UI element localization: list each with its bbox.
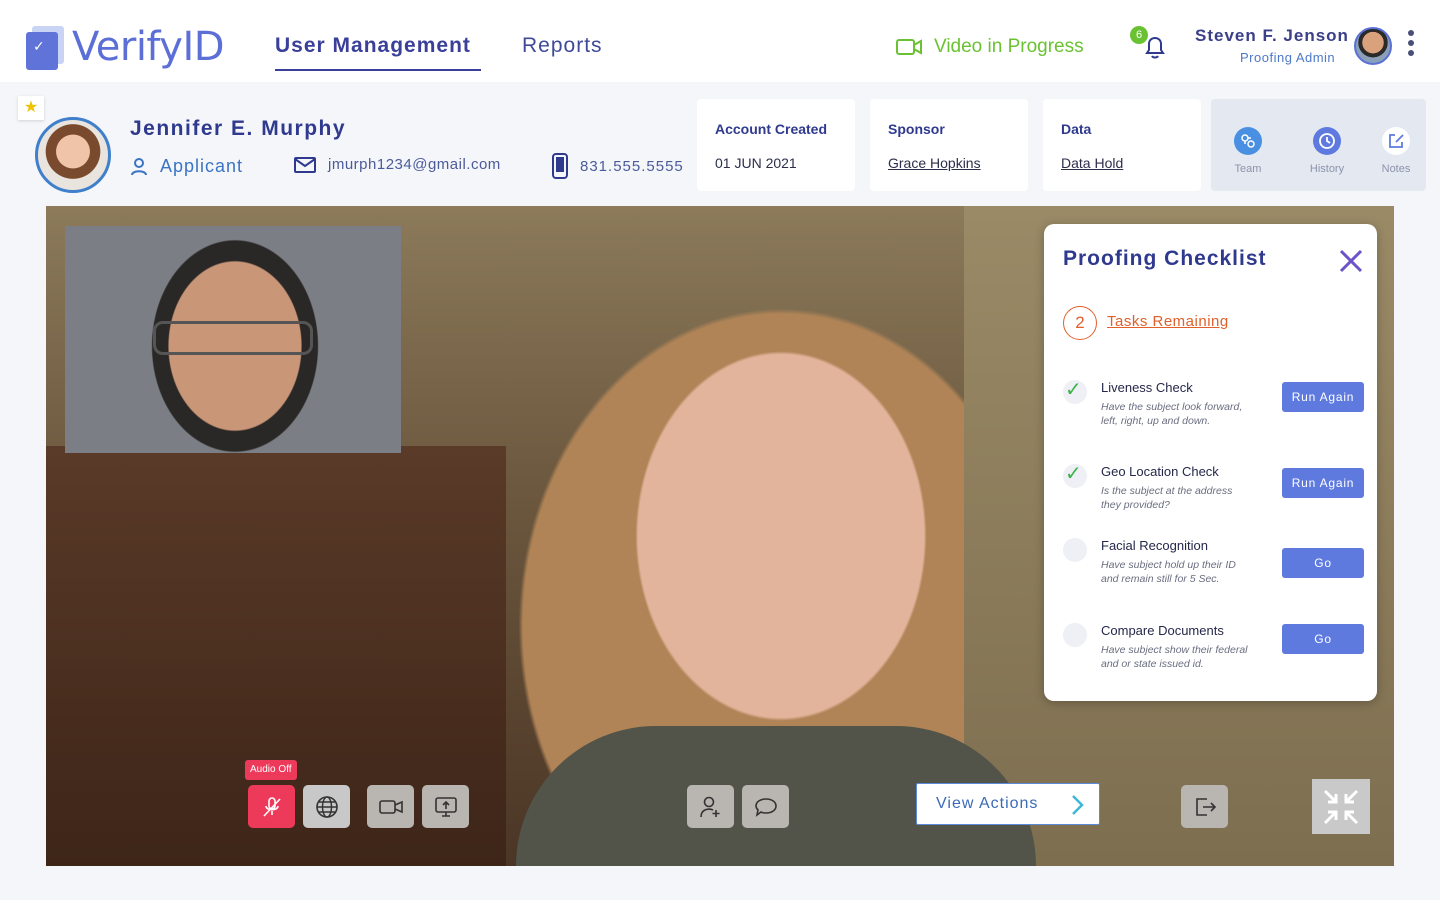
task-description: Is the subject at the address they provi…: [1101, 485, 1233, 511]
team-label: Team: [1234, 163, 1262, 175]
tasks-remaining-count: 2: [1063, 306, 1097, 340]
chat-bubble-icon: [754, 797, 777, 817]
location-button[interactable]: [303, 785, 350, 828]
tab-reports[interactable]: Reports: [522, 34, 603, 58]
team-icon: [1234, 127, 1262, 155]
add-user-icon: [699, 796, 719, 817]
share-screen-button[interactable]: [422, 785, 469, 828]
current-user-avatar[interactable]: [1354, 27, 1392, 65]
screen-share-icon: [434, 796, 457, 817]
proofing-checklist-panel: Proofing Checklist 2 Tasks Remaining ✓ L…: [1044, 224, 1377, 701]
collapse-icon: [1323, 789, 1359, 824]
data-hold-link[interactable]: Data Hold: [1061, 155, 1123, 171]
applicant-phone-text: 831.555.5555: [580, 157, 684, 175]
checklist-title: Proofing Checklist: [1063, 247, 1267, 270]
task-description: Have the subject look forward, left, rig…: [1101, 401, 1243, 427]
checkmark-icon: ✓: [1065, 463, 1082, 485]
phone-icon: [552, 153, 568, 179]
pending-indicator: [1063, 623, 1087, 647]
applicant-phone[interactable]: 831.555.5555: [552, 153, 684, 179]
applicant-avatar: [35, 117, 111, 193]
chat-button[interactable]: [742, 785, 789, 828]
chevron-right-icon: [1072, 795, 1084, 815]
view-actions-button[interactable]: View Actions: [916, 783, 1100, 825]
account-created-value: 01 JUN 2021: [715, 155, 797, 171]
audio-off-tooltip: Audio Off: [245, 760, 297, 780]
video-camera-icon: [896, 39, 922, 55]
mail-icon: [294, 156, 316, 173]
team-button[interactable]: Team: [1223, 127, 1273, 175]
task-description: Have subject show their federal and or s…: [1101, 644, 1248, 670]
applicant-tools: Team History Notes: [1211, 99, 1426, 191]
top-navigation-bar: ✓ VerifyID User Management Reports Video…: [0, 0, 1440, 82]
run-again-button[interactable]: Run Again: [1282, 382, 1364, 412]
data-label: Data: [1061, 121, 1092, 137]
notification-count-badge: 6: [1130, 26, 1148, 44]
current-user-role: Proofing Admin: [1240, 50, 1336, 65]
checkmark-icon: ✓: [1065, 379, 1082, 401]
self-view-video[interactable]: [65, 226, 401, 453]
sponsor-link[interactable]: Grace Hopkins: [888, 155, 981, 171]
end-call-button[interactable]: [1181, 785, 1228, 828]
tab-user-management[interactable]: User Management: [275, 34, 481, 71]
task-name: Facial Recognition: [1101, 538, 1208, 553]
sponsor-card: Sponsor Grace Hopkins: [870, 99, 1028, 191]
video-status-label: Video in Progress: [934, 36, 1084, 57]
notes-button[interactable]: Notes: [1371, 127, 1421, 175]
globe-icon: [315, 795, 338, 818]
exit-icon: [1195, 797, 1216, 816]
go-button[interactable]: Go: [1282, 624, 1364, 654]
close-icon[interactable]: [1336, 246, 1366, 276]
edit-icon: [1382, 127, 1410, 155]
video-camera-icon: [378, 799, 403, 814]
task-name: Liveness Check: [1101, 380, 1193, 395]
notes-label: Notes: [1381, 163, 1411, 175]
applicant-email-text: jmurph1234@gmail.com: [328, 156, 501, 173]
history-label: History: [1309, 163, 1345, 175]
current-user-name: Steven F. Jenson: [1195, 26, 1349, 45]
camera-button[interactable]: [367, 785, 414, 828]
run-again-button[interactable]: Run Again: [1282, 468, 1364, 498]
exit-fullscreen-button[interactable]: [1312, 779, 1370, 834]
app-name: VerifyID: [72, 24, 225, 70]
data-card: Data Data Hold: [1043, 99, 1201, 191]
microphone-off-icon: [262, 796, 281, 817]
account-created-card: Account Created 01 JUN 2021: [697, 99, 855, 191]
person-icon: [131, 157, 147, 175]
clock-icon: [1313, 127, 1341, 155]
view-actions-label: View Actions: [936, 795, 1039, 812]
applicant-role: Applicant: [130, 156, 243, 177]
applicant-name: Jennifer E. Murphy: [130, 117, 347, 140]
applicant-email[interactable]: jmurph1234@gmail.com: [294, 156, 501, 173]
task-name: Geo Location Check: [1101, 464, 1219, 479]
more-options-icon[interactable]: [1405, 30, 1417, 60]
video-status: Video in Progress: [896, 36, 1084, 58]
favorite-star-icon[interactable]: ★: [18, 96, 44, 120]
sponsor-label: Sponsor: [888, 121, 945, 137]
add-participant-button[interactable]: [687, 785, 734, 828]
applicant-role-label: Applicant: [160, 156, 244, 176]
tasks-remaining-link[interactable]: Tasks Remaining: [1107, 313, 1229, 330]
pending-indicator: [1063, 538, 1087, 562]
history-button[interactable]: History: [1302, 127, 1352, 175]
app-logo[interactable]: ✓ VerifyID: [24, 24, 225, 70]
task-name: Compare Documents: [1101, 623, 1224, 638]
task-description: Have subject hold up their ID and remain…: [1101, 559, 1236, 585]
mute-button[interactable]: [248, 785, 295, 828]
logo-icon: ✓: [24, 24, 66, 70]
account-created-label: Account Created: [715, 121, 828, 137]
go-button[interactable]: Go: [1282, 548, 1364, 578]
